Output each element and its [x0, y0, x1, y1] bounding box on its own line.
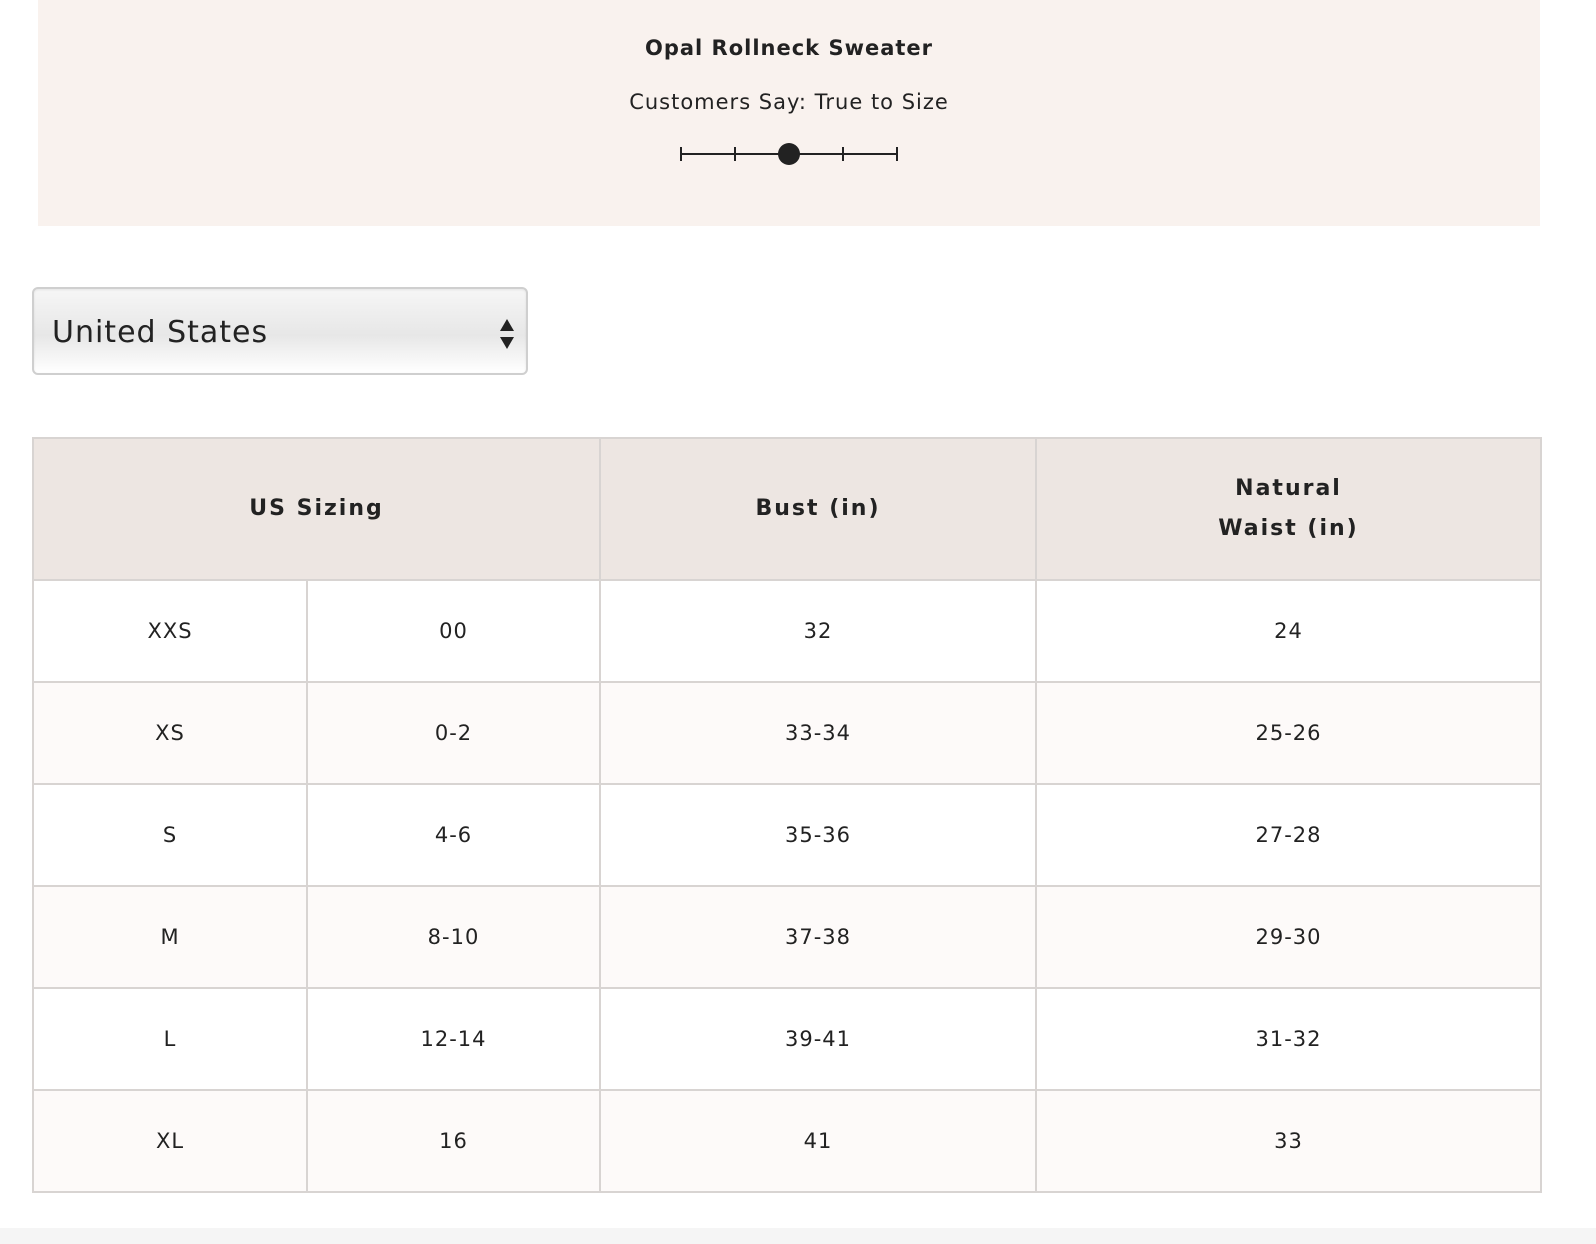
header-us-sizing: US Sizing [31, 437, 602, 581]
country-select[interactable]: United States [32, 287, 528, 375]
waist-cell: 25-26 [1035, 681, 1543, 785]
table-row: S 4-6 35-36 27-28 [32, 783, 1543, 887]
table-row: XXS 00 32 24 [32, 579, 1543, 683]
size-number-cell: 8-10 [305, 885, 602, 989]
size-chart-table: US Sizing Bust (in) Natural Waist (in) X… [31, 437, 1543, 1193]
header-waist-line1: Natural [1235, 476, 1342, 501]
bust-cell: 33-34 [599, 681, 1038, 785]
table-row: XS 0-2 33-34 25-26 [32, 681, 1543, 785]
waist-cell: 27-28 [1035, 783, 1543, 887]
table-row: M 8-10 37-38 29-30 [32, 885, 1543, 989]
waist-cell: 29-30 [1035, 885, 1543, 989]
fit-scale-marker [778, 143, 800, 165]
size-letter-cell: XXS [32, 579, 308, 683]
updown-arrows-icon [500, 319, 514, 349]
header-waist-line2: Waist (in) [1218, 516, 1359, 541]
fit-caption: Customers Say: True to Size [629, 90, 949, 114]
size-number-cell: 16 [305, 1089, 602, 1193]
page-bottom-strip [0, 1228, 1596, 1244]
size-letter-cell: XS [32, 681, 308, 785]
size-number-cell: 0-2 [305, 681, 602, 785]
fit-scale [38, 140, 1540, 168]
size-number-cell: 00 [305, 579, 602, 683]
waist-cell: 33 [1035, 1089, 1543, 1193]
bust-cell: 32 [599, 579, 1038, 683]
size-letter-cell: L [32, 987, 308, 1091]
bust-cell: 37-38 [599, 885, 1038, 989]
size-letter-cell: S [32, 783, 308, 887]
header-natural-waist: Natural Waist (in) [1035, 437, 1543, 581]
size-number-cell: 4-6 [305, 783, 602, 887]
bust-cell: 41 [599, 1089, 1038, 1193]
header-bust: Bust (in) [599, 437, 1038, 581]
fit-panel: Opal Rollneck Sweater Customers Say: Tru… [38, 0, 1540, 226]
waist-cell: 31-32 [1035, 987, 1543, 1091]
bust-cell: 39-41 [599, 987, 1038, 1091]
waist-cell: 24 [1035, 579, 1543, 683]
table-row: L 12-14 39-41 31-32 [32, 987, 1543, 1091]
size-letter-cell: M [32, 885, 308, 989]
fit-scale-graphic [680, 143, 898, 165]
size-number-cell: 12-14 [305, 987, 602, 1091]
bust-cell: 35-36 [599, 783, 1038, 887]
country-select-value: United States [52, 315, 269, 350]
size-letter-cell: XL [32, 1089, 308, 1193]
table-row: XL 16 41 33 [32, 1089, 1543, 1193]
table-header-row: US Sizing Bust (in) Natural Waist (in) [31, 437, 1543, 581]
product-title: Opal Rollneck Sweater [644, 36, 934, 60]
